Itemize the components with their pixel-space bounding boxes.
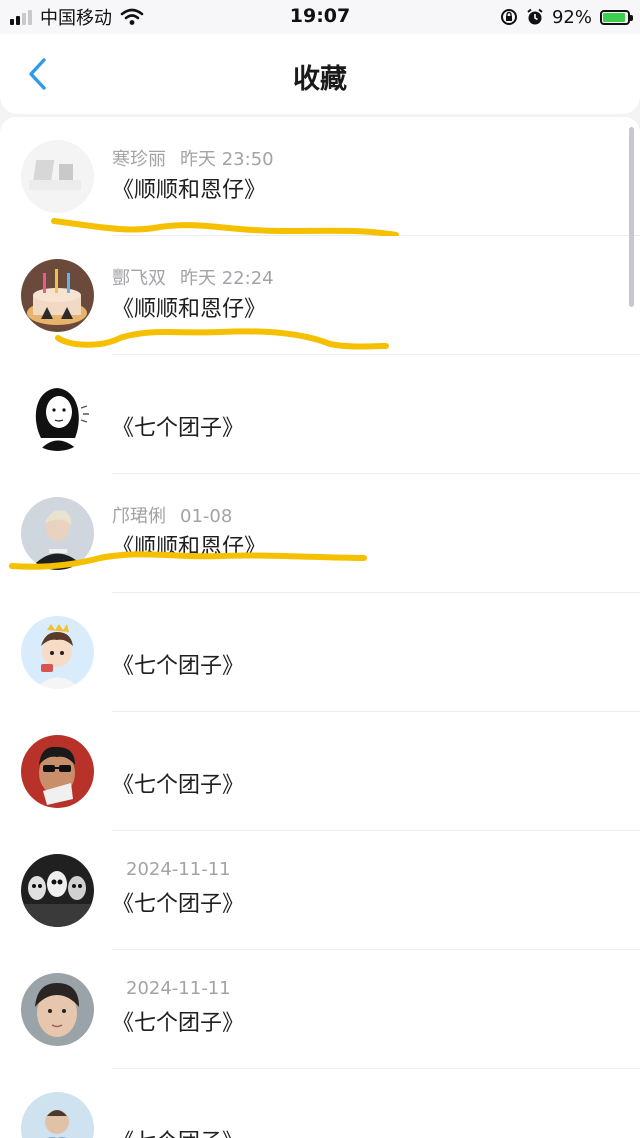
timestamp: 2024-11-11	[126, 978, 231, 999]
favorite-meta: 2024-11-11	[112, 859, 231, 880]
alarm-icon	[527, 8, 543, 25]
page-title: 收藏	[293, 64, 347, 95]
highlight-mark	[9, 551, 367, 570]
favorite-meta	[112, 621, 126, 642]
user-name: 寒珍丽	[112, 149, 166, 170]
favorite-title[interactable]: 《顺顺和恩仔》	[112, 529, 266, 561]
avatar[interactable]	[21, 259, 94, 332]
favorite-meta: 寒珍丽 昨天 23:50	[112, 145, 274, 171]
favorite-row[interactable]: 《七个团子》	[0, 1069, 640, 1138]
orientation-lock-icon	[500, 9, 517, 25]
favorite-row[interactable]: 《七个团子》	[0, 712, 640, 831]
favorites-list[interactable]: 寒珍丽 昨天 23:50 《顺顺和恩仔》 酆飞双 昨天 22:24 《顺顺和恩仔…	[0, 117, 640, 1138]
favorite-title[interactable]: 《七个团子》	[112, 648, 244, 680]
favorite-row[interactable]: 寒珍丽 昨天 23:50 《顺顺和恩仔》	[0, 117, 640, 236]
favorite-meta: 酆飞双 昨天 22:24	[112, 264, 274, 290]
favorite-title[interactable]: 《七个团子》	[112, 1124, 244, 1138]
avatar[interactable]	[21, 854, 94, 927]
avatar[interactable]	[21, 378, 94, 451]
avatar[interactable]	[21, 497, 94, 570]
favorite-title[interactable]: 《顺顺和恩仔》	[112, 291, 266, 323]
avatar[interactable]	[21, 735, 94, 808]
scrollbar[interactable]	[629, 127, 634, 307]
status-bar: 中国移动 19:07 92%	[0, 0, 640, 34]
battery-percent: 92%	[551, 6, 592, 28]
user-name: 邝珺俐	[112, 506, 166, 527]
battery-icon	[600, 9, 633, 25]
favorite-title[interactable]: 《七个团子》	[112, 410, 244, 442]
favorite-meta: 2024-11-11	[112, 978, 231, 999]
avatar[interactable]	[21, 140, 94, 213]
timestamp: 2024-11-11	[126, 859, 231, 880]
timestamp: 昨天 23:50	[180, 149, 274, 170]
favorite-row[interactable]: 2024-11-11 《七个团子》	[0, 950, 640, 1069]
navigation-bar: 收藏	[0, 34, 640, 114]
favorite-meta	[112, 1097, 126, 1118]
favorite-title[interactable]: 《顺顺和恩仔》	[112, 172, 266, 204]
favorite-meta	[112, 740, 126, 761]
favorite-row[interactable]: 《七个团子》	[0, 355, 640, 474]
avatar[interactable]	[21, 616, 94, 689]
highlight-mark	[51, 218, 399, 236]
favorite-row[interactable]: 《七个团子》	[0, 593, 640, 712]
favorite-row[interactable]: 2024-11-11 《七个团子》	[0, 831, 640, 950]
user-name: 酆飞双	[112, 268, 166, 289]
favorite-row[interactable]: 邝珺俐 01-08 《顺顺和恩仔》	[0, 474, 640, 593]
highlight-mark	[55, 328, 389, 350]
timestamp: 昨天 22:24	[180, 268, 274, 289]
favorite-title[interactable]: 《七个团子》	[112, 767, 244, 799]
favorite-title[interactable]: 《七个团子》	[112, 886, 244, 918]
timestamp: 01-08	[180, 506, 233, 527]
favorite-row[interactable]: 酆飞双 昨天 22:24 《顺顺和恩仔》	[0, 236, 640, 355]
avatar[interactable]	[21, 1092, 94, 1138]
favorite-meta	[112, 383, 126, 404]
favorite-title[interactable]: 《七个团子》	[112, 1005, 244, 1037]
avatar[interactable]	[21, 973, 94, 1046]
favorite-meta: 邝珺俐 01-08	[112, 502, 232, 528]
